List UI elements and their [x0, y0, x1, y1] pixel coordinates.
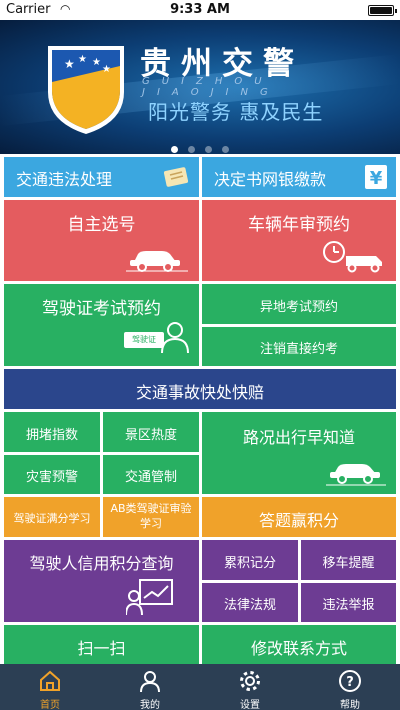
carousel-dot[interactable]	[222, 146, 229, 153]
quiz-points-tile[interactable]: 答题赢积分	[202, 497, 396, 537]
decision-payment-tile[interactable]: 决定书网银缴款 ¥	[202, 157, 396, 197]
yuan-receipt-icon: ¥	[365, 165, 387, 189]
chart-board-icon	[126, 579, 173, 616]
tile-label: 驾驶证考试预约	[42, 299, 161, 319]
tab-settings[interactable]: 设置	[200, 664, 300, 710]
full-points-study-tile[interactable]: 驾驶证满分学习	[4, 497, 100, 537]
car-icon	[326, 464, 386, 486]
license-card-icon: 驾驶证	[124, 332, 164, 348]
police-shield-logo: ★ ★ ★ ★	[48, 46, 124, 134]
vehicle-inspection-tile[interactable]: 车辆年审预约	[202, 200, 396, 281]
tile-label: 灾害预警	[25, 470, 78, 485]
tile-label: 移车提醒	[322, 556, 375, 571]
carousel-dot[interactable]	[188, 146, 195, 153]
disaster-warning-tile[interactable]: 灾害预警	[4, 455, 100, 494]
scenic-heat-tile[interactable]: 景区热度	[103, 412, 199, 452]
truck-clock-icon	[323, 241, 382, 273]
ab-review-study-tile[interactable]: AB类驾驶证审验学习	[103, 497, 199, 537]
svg-text:★: ★	[102, 64, 111, 75]
svg-text:?: ?	[346, 675, 354, 690]
traffic-violation-tile[interactable]: 交通违法处理	[4, 157, 199, 197]
tab-label: 帮助	[340, 700, 360, 710]
cancel-direct-exam-tile[interactable]: 注销直接约考	[202, 327, 396, 366]
tile-label: 景区热度	[124, 428, 177, 443]
banner-slogan: 阳光警务 惠及民生	[148, 100, 324, 124]
tile-label: 路况出行早知道	[242, 428, 355, 447]
tile-label: 车辆年审预约	[248, 215, 350, 235]
svg-text:★: ★	[92, 57, 101, 68]
tile-label: 扫一扫	[77, 639, 126, 658]
carousel-dot[interactable]	[205, 146, 212, 153]
scan-tile[interactable]: 扫一扫	[4, 625, 199, 664]
car-icon	[126, 251, 188, 272]
credit-query-tile[interactable]: 驾驶人信用积分查询	[4, 540, 199, 622]
person-icon	[161, 322, 189, 354]
tab-home[interactable]: 首页	[0, 664, 100, 710]
tile-label: 交通事故快处快赔	[135, 383, 264, 402]
tile-label: 违法举报	[322, 598, 375, 613]
tile-label: AB类驾驶证审验学习	[110, 502, 192, 530]
gear-icon	[240, 671, 260, 691]
tab-help[interactable]: ? 帮助	[300, 664, 400, 710]
tile-label: 累积记分	[223, 556, 276, 571]
self-select-plate-tile[interactable]: 自主选号	[4, 200, 199, 281]
cumulative-points-tile[interactable]: 累积记分	[202, 540, 298, 580]
tab-label: 我的	[140, 700, 160, 710]
tab-bar: 首页 我的 设置 ? 帮助	[0, 664, 400, 710]
clock: 9:33 AM	[170, 2, 230, 17]
tile-label: 异地考试预约	[259, 300, 338, 315]
tile-label: 自主选号	[67, 215, 136, 235]
accident-quick-tile[interactable]: 交通事故快处快赔	[4, 369, 396, 409]
tile-label: 答题赢积分	[258, 511, 339, 530]
move-car-tile[interactable]: 移车提醒	[301, 540, 396, 580]
status-bar: Carrier ◠ 9:33 AM	[0, 0, 400, 20]
traffic-control-tile[interactable]: 交通管制	[103, 455, 199, 494]
svg-text:★: ★	[64, 57, 75, 71]
carousel-dot[interactable]	[171, 146, 178, 153]
road-conditions-tile[interactable]: 路况出行早知道	[202, 412, 396, 494]
tile-label: 交通管制	[124, 470, 177, 485]
laws-tile[interactable]: 法律法规	[202, 583, 298, 622]
tab-label: 设置	[240, 700, 260, 710]
tile-label: 拥堵指数	[25, 428, 78, 443]
tile-label: 法律法规	[223, 598, 276, 613]
user-icon	[140, 671, 160, 693]
remote-exam-tile[interactable]: 异地考试预约	[202, 284, 396, 324]
banner-pinyin: GUIZHOU JIAOJING	[142, 76, 280, 98]
tile-label: 注销直接约考	[259, 342, 338, 357]
banner-carousel[interactable]: ★ ★ ★ ★ 贵州交警 GUIZHOU JIAOJING 阳光警务 惠及民生	[0, 20, 400, 154]
ticket-icon	[163, 167, 189, 187]
home-icon	[40, 670, 60, 691]
tab-label: 首页	[40, 700, 60, 710]
congestion-index-tile[interactable]: 拥堵指数	[4, 412, 100, 452]
tab-mine[interactable]: 我的	[100, 664, 200, 710]
svg-text:¥: ¥	[370, 168, 383, 189]
license-exam-tile[interactable]: 驾驶证考试预约 驾驶证	[4, 284, 199, 366]
battery-icon	[368, 5, 397, 16]
tile-label: 驾驶人信用积分查询	[29, 554, 174, 573]
help-icon: ?	[339, 670, 361, 692]
report-violation-tile[interactable]: 违法举报	[301, 583, 396, 622]
tile-label: 驾驶证满分学习	[13, 512, 91, 525]
edit-contact-tile[interactable]: 修改联系方式	[202, 625, 396, 664]
tile-label: 修改联系方式	[250, 639, 347, 658]
svg-text:★: ★	[78, 54, 87, 65]
carousel-dots	[0, 138, 400, 154]
